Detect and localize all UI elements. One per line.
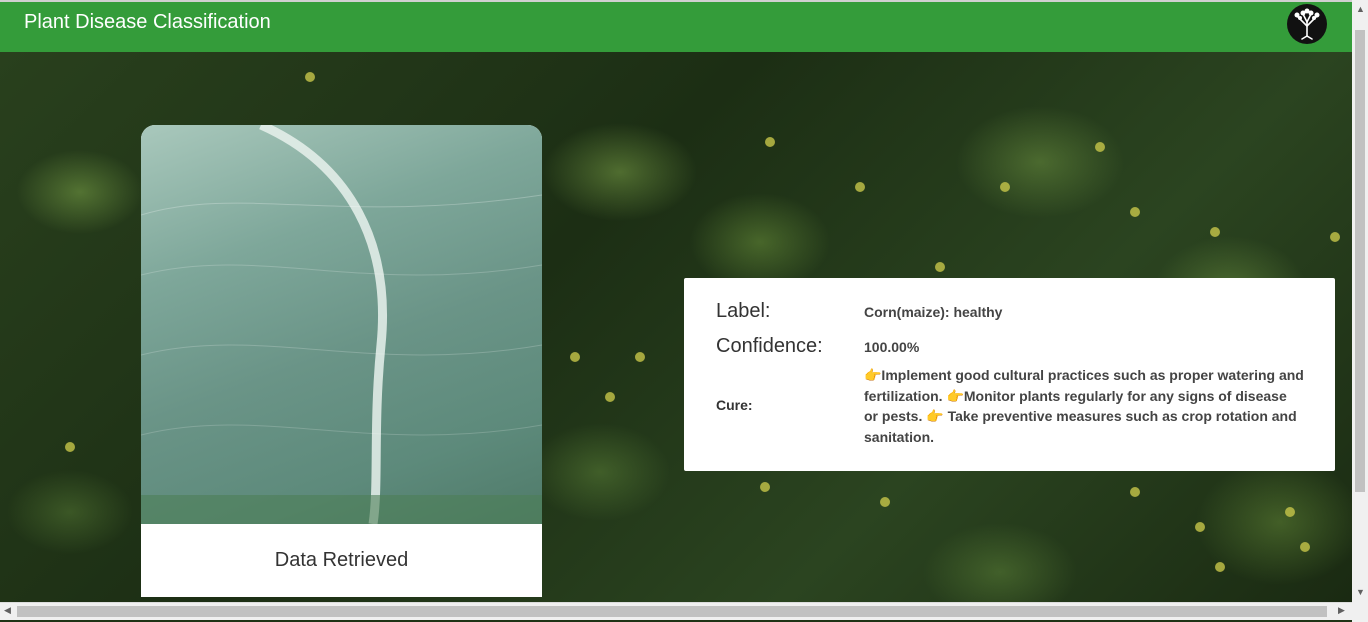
vertical-scroll-thumb[interactable] xyxy=(1355,30,1365,492)
app-title: Plant Disease Classification xyxy=(24,11,271,33)
scroll-up-icon[interactable]: ▲ xyxy=(1356,4,1365,14)
top-navbar: Plant Disease Classification xyxy=(0,0,1352,52)
confidence-value: 100.00% xyxy=(864,339,920,355)
confidence-title: Confidence: xyxy=(716,335,823,357)
result-card: Label: Corn(maize): healthy Confidence: … xyxy=(684,278,1335,471)
corn-leaf-image xyxy=(141,125,542,524)
image-caption: Data Retrieved xyxy=(274,549,409,571)
uploaded-image-card: Data Retrieved xyxy=(141,125,542,597)
vertical-scrollbar[interactable]: ▲ ▼ xyxy=(1352,0,1368,602)
scrollbar-corner xyxy=(1352,602,1368,622)
tree-icon xyxy=(1287,4,1327,44)
scroll-right-icon[interactable]: ▶ xyxy=(1338,605,1345,616)
label-value: Corn(maize): healthy xyxy=(864,304,1003,320)
horizontal-scroll-thumb[interactable] xyxy=(17,606,1327,617)
horizontal-scrollbar[interactable]: ◀ ▶ xyxy=(0,602,1352,620)
scroll-down-icon[interactable]: ▼ xyxy=(1356,587,1365,597)
label-title: Label: xyxy=(716,300,771,322)
cure-title: Cure: xyxy=(716,397,753,413)
scroll-left-icon[interactable]: ◀ xyxy=(4,605,11,616)
cure-value: 👉Implement good cultural practices such … xyxy=(864,367,1304,445)
